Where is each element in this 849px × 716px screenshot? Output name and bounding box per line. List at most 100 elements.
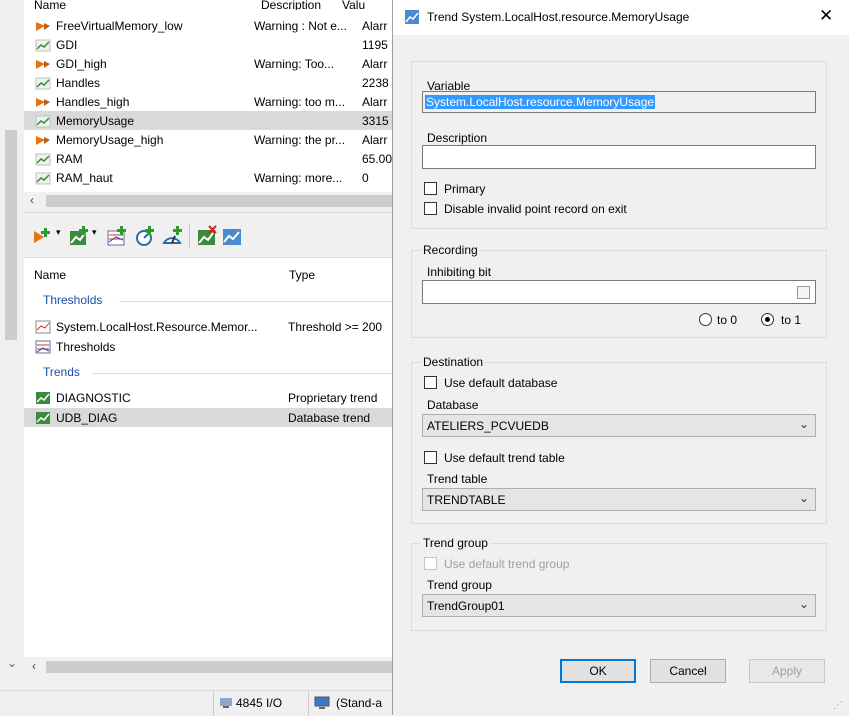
browse-variable-icon[interactable] xyxy=(797,286,810,299)
disable-invalid-record-checkbox[interactable] xyxy=(424,202,437,215)
scrollbar-thumb[interactable] xyxy=(46,195,392,207)
resize-grip-icon[interactable]: ⋰ xyxy=(833,700,843,711)
group-header-trends[interactable]: Trends xyxy=(43,365,80,379)
variable-name: Handles_high xyxy=(56,94,130,109)
column-header-name[interactable]: Name xyxy=(34,268,66,282)
scroll-down-arrow[interactable]: ⌄ xyxy=(2,656,22,674)
to-1-radio[interactable] xyxy=(761,313,774,326)
list-item[interactable]: System.LocalHost.Resource.Memor... Thres… xyxy=(24,317,392,336)
delete-trend-icon[interactable] xyxy=(196,225,218,247)
column-header-type[interactable]: Type xyxy=(289,268,315,282)
left-scrollbar-thumb[interactable] xyxy=(5,130,17,340)
chevron-down-icon: ⌄ xyxy=(798,417,809,431)
trend-icon xyxy=(36,391,50,404)
group-divider xyxy=(119,301,392,302)
variable-row[interactable]: Handles_high Warning: too m... Alarr xyxy=(24,92,392,111)
list-item[interactable]: Thresholds xyxy=(24,337,392,356)
variable-row[interactable]: Handles 2238 xyxy=(24,73,392,92)
add-counter-icon[interactable] xyxy=(134,225,156,247)
variable-row[interactable]: RAM 65.00 xyxy=(24,149,392,168)
trend-group-select[interactable]: TrendGroup01 ⌄ xyxy=(422,594,816,617)
variable-value: 3315 xyxy=(362,113,389,128)
close-icon[interactable]: ✕ xyxy=(819,6,833,26)
variable-value: 0 xyxy=(362,170,369,185)
variable-value: Alarr xyxy=(362,18,388,33)
title-bar: Trend System.LocalHost.resource.MemoryUs… xyxy=(393,0,849,35)
inhibiting-bit-field[interactable] xyxy=(422,280,816,304)
variable-row[interactable]: MemoryUsage_high Warning: the pr... Alarr xyxy=(24,130,392,149)
trend-group-value: TrendGroup01 xyxy=(427,599,505,613)
item-type: Threshold >= 200 xyxy=(288,319,383,334)
status-bar: 4845 I/O (Stand-a xyxy=(0,690,392,716)
io-count: 4845 I/O xyxy=(236,696,283,710)
variable-row[interactable]: GDI 1195 xyxy=(24,35,392,54)
item-name: Thresholds xyxy=(56,339,116,354)
database-label: Database xyxy=(427,398,479,412)
ok-button[interactable]: OK xyxy=(560,659,636,683)
use-default-trend-group-checkbox[interactable] xyxy=(424,557,437,570)
toolbar: ▾ ▾ xyxy=(24,212,392,262)
list-item[interactable]: DIAGNOSTIC Proprietary trend xyxy=(24,388,392,407)
trend-line-icon xyxy=(35,77,51,89)
variable-field[interactable]: System.LocalHost.resource.MemoryUsage xyxy=(422,91,816,113)
cancel-button[interactable]: Cancel xyxy=(650,659,726,683)
scrollbar-thumb[interactable] xyxy=(46,661,392,673)
column-header-value[interactable]: Valu xyxy=(342,0,382,10)
variable-row[interactable]: FreeVirtualMemory_low Warning : Not e... A… xyxy=(24,16,392,35)
variables-list: Name Description Valu FreeVirtualMemory_… xyxy=(24,0,392,192)
left-panel-scrollbar[interactable] xyxy=(0,0,24,690)
item-type: Proprietary trend xyxy=(288,390,378,405)
alarm-icon xyxy=(36,21,50,31)
variable-description: Warning : Not e... xyxy=(254,18,347,33)
apply-button[interactable]: Apply xyxy=(749,659,825,683)
toolbar-separator xyxy=(189,223,190,249)
inhibiting-bit-label: Inhibiting bit xyxy=(427,265,492,279)
variable-value: 2238 xyxy=(362,75,389,90)
variable-name: MemoryUsage xyxy=(56,113,135,128)
variable-description: Warning: the pr... xyxy=(254,132,345,147)
network-io-icon xyxy=(220,698,232,708)
scroll-left-arrow[interactable]: ‹ xyxy=(30,193,34,207)
trend-properties-icon[interactable] xyxy=(221,225,243,247)
add-alarm-icon[interactable] xyxy=(32,225,54,247)
lower-horizontal-scrollbar[interactable]: ‹ xyxy=(24,657,392,677)
thresholds-trends-list: Name Type Thresholds System.LocalHost.Re… xyxy=(24,257,392,657)
use-default-trend-table-checkbox[interactable] xyxy=(424,451,437,464)
use-default-database-checkbox[interactable] xyxy=(424,376,437,389)
primary-checkbox[interactable] xyxy=(424,182,437,195)
variable-name: RAM xyxy=(56,151,83,166)
variable-row[interactable]: MemoryUsage 3315 xyxy=(24,111,392,130)
add-gauge-icon[interactable] xyxy=(162,225,184,247)
description-field[interactable] xyxy=(422,145,816,169)
station-mode: (Stand-a xyxy=(336,696,383,710)
variable-description: Warning: too m... xyxy=(254,94,345,109)
group-header-thresholds[interactable]: Thresholds xyxy=(43,293,102,307)
column-header-description[interactable]: Description xyxy=(261,0,351,10)
column-header-name[interactable]: Name xyxy=(34,0,234,10)
monitor-icon xyxy=(314,696,330,709)
variable-value: 65.00 xyxy=(362,151,393,166)
dropdown-arrow-icon[interactable]: ▾ xyxy=(92,227,97,238)
variable-name: FreeVirtualMemory_low xyxy=(56,18,183,33)
to-0-label: to 0 xyxy=(717,313,738,327)
item-name: UDB_DIAG xyxy=(56,410,118,425)
variable-description: Warning: Too... xyxy=(254,56,335,71)
item-type: Database trend xyxy=(288,410,371,425)
database-select[interactable]: ATELIERS_PCVUEDB ⌄ xyxy=(422,414,816,437)
scroll-left-arrow[interactable]: ‹ xyxy=(32,659,36,673)
dropdown-arrow-icon[interactable]: ▾ xyxy=(56,227,61,238)
trend-group-label: Trend group xyxy=(427,578,492,592)
add-trend-icon[interactable] xyxy=(68,225,90,247)
trend-line-icon xyxy=(35,39,51,51)
upper-horizontal-scrollbar[interactable]: ‹ xyxy=(24,192,392,210)
variable-row[interactable]: GDI_high Warning: Too... Alarr xyxy=(24,54,392,73)
list-item[interactable]: UDB_DIAG Database trend xyxy=(24,408,392,427)
to-0-radio[interactable] xyxy=(699,313,712,326)
primary-label: Primary xyxy=(444,182,486,196)
variable-value: 1195 xyxy=(362,37,388,52)
variable-row[interactable]: RAM_haut Warning: more... 0 xyxy=(24,168,392,187)
add-threshold-icon[interactable] xyxy=(106,225,128,247)
dialog-title: Trend System.LocalHost.resource.MemoryUs… xyxy=(427,10,690,24)
chevron-down-icon: ⌄ xyxy=(798,491,809,505)
trend-table-select[interactable]: TRENDTABLE ⌄ xyxy=(422,488,816,511)
